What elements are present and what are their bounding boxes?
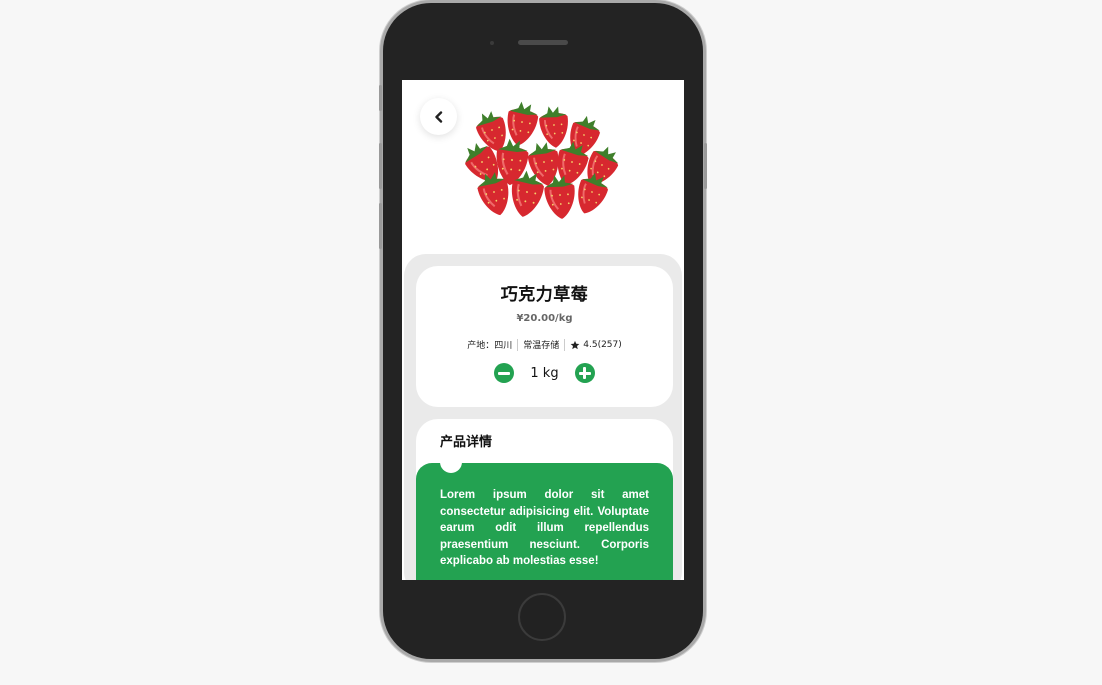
power-button (704, 143, 707, 189)
product-price: ¥20.00/kg (516, 313, 573, 324)
increase-quantity-button[interactable] (574, 363, 595, 383)
volume-down-button (379, 203, 382, 249)
product-info-card: 巧克力草莓 ¥20.00/kg 产地：四川 常温存储 4.5(257) 1 kg (416, 266, 673, 407)
minus-icon (498, 371, 511, 375)
decrease-quantity-button[interactable] (494, 363, 515, 383)
chevron-left-icon (434, 110, 442, 123)
home-button[interactable] (518, 593, 566, 641)
earpiece-speaker (518, 40, 568, 45)
volume-up-button (379, 143, 382, 189)
product-origin: 产地：四川 (467, 341, 513, 351)
divider (564, 338, 566, 351)
product-name: 巧克力草莓 (500, 285, 589, 305)
quantity-value: 1 kg (530, 365, 559, 381)
app-screen: 巧克力草莓 ¥20.00/kg 产地：四川 常温存储 4.5(257) 1 kg… (402, 80, 684, 580)
product-image (465, 101, 619, 219)
details-description: Lorem ipsum dolor sit amet consectetur a… (440, 489, 649, 567)
product-rating: 4.5(257) (583, 339, 622, 350)
product-panel: 巧克力草莓 ¥20.00/kg 产地：四川 常温存储 4.5(257) 1 kg… (404, 254, 682, 580)
plus-icon (583, 367, 587, 379)
divider (517, 338, 519, 351)
front-camera (490, 41, 494, 45)
details-heading: 产品详情 (440, 435, 493, 450)
product-meta: 产地：四川 常温存储 4.5(257) (416, 338, 673, 351)
star-icon (570, 340, 580, 349)
phone-frame: 巧克力草莓 ¥20.00/kg 产地：四川 常温存储 4.5(257) 1 kg… (379, 3, 707, 659)
quantity-stepper: 1 kg (416, 363, 673, 383)
mute-switch (379, 85, 382, 111)
product-storage: 常温存储 (523, 341, 560, 351)
product-details-card: 产品详情 Lorem ipsum dolor sit amet consecte… (416, 419, 673, 580)
details-body: Lorem ipsum dolor sit amet consectetur a… (416, 457, 673, 580)
tab-indicator (440, 457, 462, 473)
